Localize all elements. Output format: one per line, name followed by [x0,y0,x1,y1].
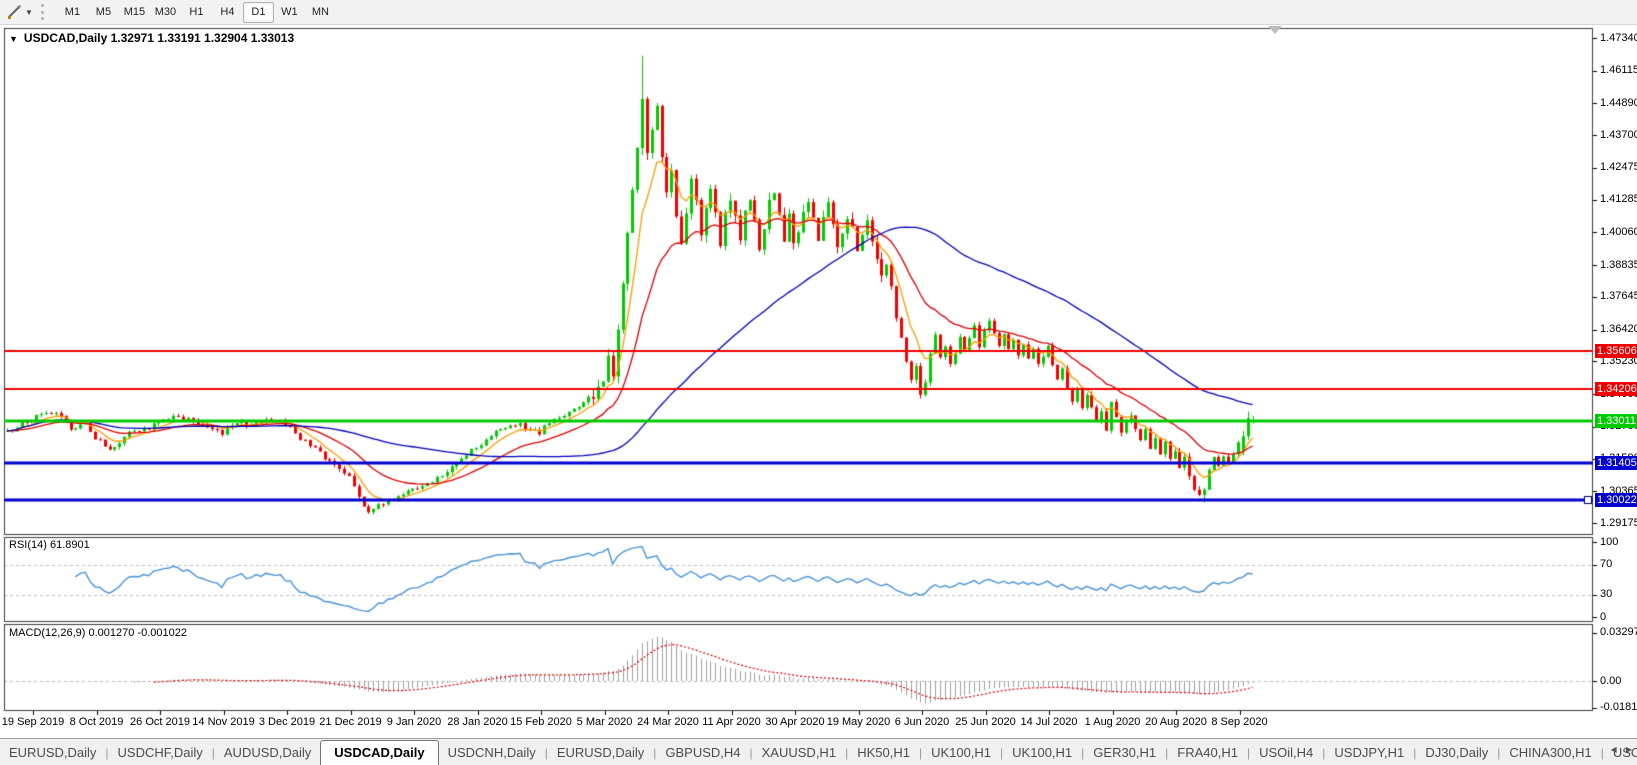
tab-scroll-arrows: ◂ ▸ [1605,742,1632,756]
timeframe-button-m30[interactable]: M30 [150,2,181,23]
toolbar-grip [41,4,49,20]
chart-tab-fra40-h1[interactable]: FRA40,H1 [1168,745,1247,760]
cursor-tool-dropdown-icon[interactable]: ▼ [25,8,33,17]
timeframe-button-h4[interactable]: H4 [212,2,243,23]
timeframe-button-d1[interactable]: D1 [243,2,274,23]
timeframe-group: M1M5M15M30H1H4D1W1MN [57,2,336,23]
chart-title: ▼ USDCAD,Daily 1.32971 1.33191 1.32904 1.… [9,31,294,45]
rsi-indicator-label: RSI(14) 61.8901 [9,539,90,551]
chart-tab-hk50-h1[interactable]: HK50,H1 [848,745,919,760]
chart-tab-uk100-h1[interactable]: UK100,H1 [1003,745,1081,760]
chart-shift-marker-icon[interactable] [1268,26,1282,34]
chart-canvas[interactable] [0,0,1637,765]
timeframe-button-m1[interactable]: M1 [57,2,88,23]
mt4-window: ▼ M1M5M15M30H1H4D1W1MN ▼ USDCAD,Daily 1.3… [0,0,1637,765]
collapse-chart-icon[interactable]: ▼ [9,34,18,44]
chart-tab-ger30-h1[interactable]: GER30,H1 [1084,745,1165,760]
chart-tab-usdchf-daily[interactable]: USDCHF,Daily [109,745,212,760]
chart-tab-bar: EURUSD,Daily|USDCHF,Daily|AUDUSD,DailyUS… [0,738,1637,765]
tab-scroll-left-icon[interactable]: ◂ [1611,742,1617,756]
chart-tab-usdjpy-h1[interactable]: USDJPY,H1 [1325,745,1413,760]
chart-tab-gbpusd-h4[interactable]: GBPUSD,H4 [656,745,749,760]
chart-tab-xauusd-h1[interactable]: XAUUSD,H1 [753,745,845,760]
chart-tab-eurusd-daily[interactable]: EURUSD,Daily [548,745,653,760]
chart-tab-usoil-h4[interactable]: USOil,H4 [1250,745,1322,760]
chart-tab-uk100-h1[interactable]: UK100,H1 [922,745,1000,760]
timeframe-button-m15[interactable]: M15 [119,2,150,23]
symbol-quote-text: USDCAD,Daily 1.32971 1.33191 1.32904 1.3… [24,31,294,45]
timeframe-button-m5[interactable]: M5 [88,2,119,23]
timeframe-button-w1[interactable]: W1 [274,2,305,23]
cursor-tool-icon[interactable] [6,4,24,20]
tab-scroll-right-icon[interactable]: ▸ [1626,742,1632,756]
chart-tab-dj30-daily[interactable]: DJ30,Daily [1416,745,1497,760]
chart-tab-china300-h1[interactable]: CHINA300,H1 [1500,745,1600,760]
chart-tab-usdcnh-daily[interactable]: USDCNH,Daily [439,745,545,760]
chart-tab-audusd-daily[interactable]: AUDUSD,Daily [215,745,320,760]
chart-tab-eurusd-daily[interactable]: EURUSD,Daily [0,745,105,760]
timeframe-button-h1[interactable]: H1 [181,2,212,23]
macd-indicator-label: MACD(12,26,9) 0.001270 -0.001022 [9,627,187,639]
timeframe-button-mn[interactable]: MN [305,2,336,23]
toolbar: ▼ M1M5M15M30H1H4D1W1MN [0,0,1637,25]
chart-tab-usdcad-daily[interactable]: USDCAD,Daily [320,740,438,765]
